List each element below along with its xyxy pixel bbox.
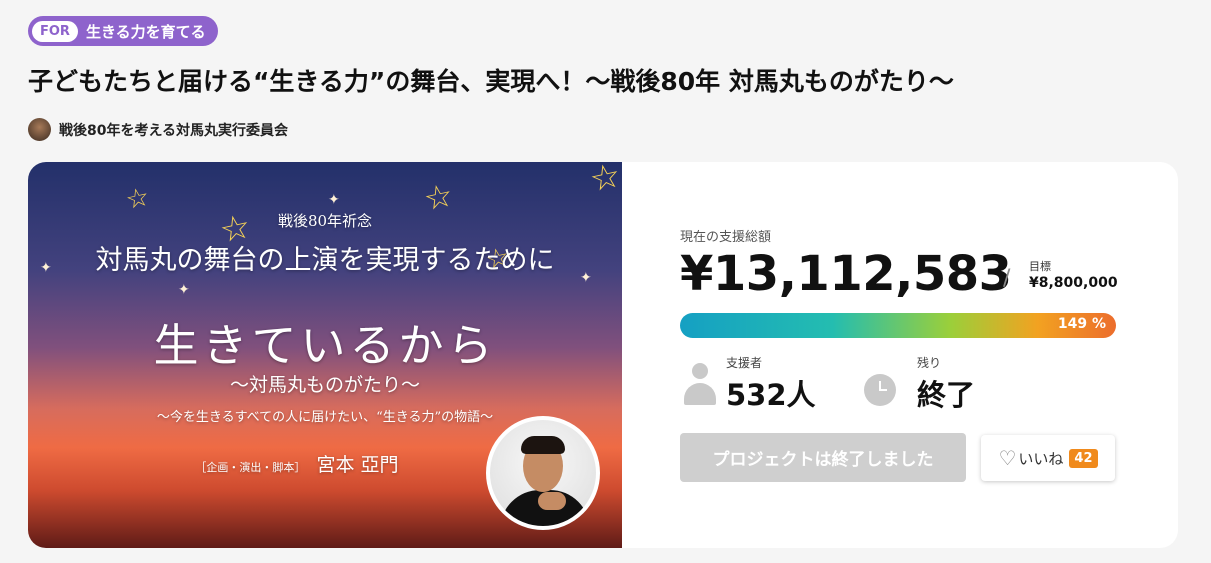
owner-name: 戦後80年を考える対馬丸実行委員会	[59, 122, 289, 139]
clock-icon	[864, 374, 896, 406]
tag-label: 生きる力を育てる	[85, 22, 206, 41]
progress-percent: 149 %	[1057, 316, 1106, 332]
director-portrait	[486, 416, 600, 530]
hero-credit-role: ［企画・演出・脚本］	[195, 461, 306, 474]
like-button[interactable]: ♡ いいね 42	[981, 435, 1115, 481]
total-label: 現在の支援総額	[680, 230, 772, 245]
backers-count: 532人	[726, 378, 816, 412]
hero-credit-name: 宮本 亞門	[316, 454, 399, 476]
sparkle-icon: ✦	[178, 282, 190, 298]
backers-label: 支援者	[726, 356, 763, 370]
remaining-label: 残り	[917, 356, 942, 370]
remaining-value: 終了	[917, 378, 976, 412]
star-icon: ☆	[586, 162, 622, 201]
project-ended-button[interactable]: プロジェクトは終了しました	[680, 433, 966, 482]
progress-bar: 149 %	[680, 313, 1116, 338]
hero-anniversary: 戦後80年祈念	[277, 212, 373, 230]
hero-sub-title: 〜対馬丸ものがたり〜	[229, 374, 420, 396]
heart-icon: ♡	[998, 446, 1017, 470]
hero-image: ☆ ☆ ☆ ☆ ☆ ✦ ✦ ✦ ✦ 戦後80年祈念 対馬丸の舞台の上演を実現する…	[28, 162, 622, 548]
tag-for-badge: FOR	[32, 20, 78, 42]
person-icon	[684, 363, 716, 407]
sparkle-icon: ✦	[328, 192, 340, 208]
goal-label: 目標	[1029, 260, 1051, 273]
owner-avatar	[28, 118, 51, 141]
goal-separator: /	[1003, 266, 1011, 291]
funding-panel: 現在の支援総額 ¥13,112,583 / 目標 ¥8,800,000 149 …	[680, 162, 1160, 548]
page-title: 子どもたちと届ける“生きる力”の舞台、実現へ！〜戦後80年 対馬丸ものがたり〜	[28, 67, 954, 96]
like-label: いいね	[1018, 449, 1064, 468]
project-owner[interactable]: 戦後80年を考える対馬丸実行委員会	[28, 118, 288, 141]
hero-main-title: 生きているから	[153, 319, 497, 372]
like-count-badge: 42	[1069, 448, 1098, 468]
goal-amount: ¥8,800,000	[1029, 275, 1118, 291]
total-amount: ¥13,112,583	[680, 246, 1012, 302]
project-card: ☆ ☆ ☆ ☆ ☆ ✦ ✦ ✦ ✦ 戦後80年祈念 対馬丸の舞台の上演を実現する…	[28, 162, 1178, 548]
category-tag[interactable]: FOR 生きる力を育てる	[28, 16, 218, 46]
hero-headline: 対馬丸の舞台の上演を実現するために	[95, 245, 555, 276]
